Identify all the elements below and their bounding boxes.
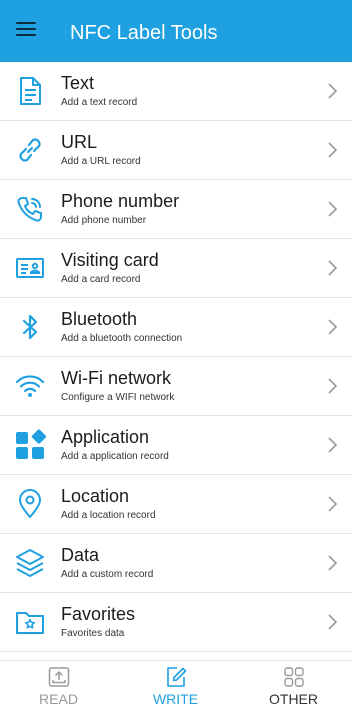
write-icon	[167, 667, 187, 687]
bottom-navigation: READ WRITE OTHER	[0, 660, 352, 710]
chevron-right-icon	[328, 614, 338, 630]
list-item-title: Visiting card	[61, 250, 159, 270]
chevron-right-icon	[328, 142, 338, 158]
list-item-bluetooth[interactable]: Bluetooth Add a bluetooth connection	[0, 298, 352, 357]
chevron-right-icon	[328, 260, 338, 276]
contact-card-icon	[16, 258, 44, 278]
list-item-favorites[interactable]: Favorites Favorites data	[0, 593, 352, 652]
list-item-title: Application	[61, 427, 150, 447]
list-item-title: Data	[61, 545, 100, 565]
tab-other[interactable]: OTHER	[235, 661, 352, 711]
list-item-title: Bluetooth	[61, 309, 138, 329]
tab-other-label: OTHER	[269, 691, 318, 707]
chevron-right-icon	[328, 378, 338, 394]
chevron-right-icon	[328, 437, 338, 453]
list-item-subtitle: Add a location record	[61, 510, 156, 521]
list-item-visiting-card[interactable]: Visiting card Add a card record	[0, 239, 352, 298]
document-icon	[20, 77, 41, 105]
chevron-right-icon	[328, 201, 338, 217]
chevron-right-icon	[328, 496, 338, 512]
list-item-title: Location	[61, 486, 130, 506]
list-item-subtitle: Configure a WIFI network	[61, 392, 175, 403]
list-item-subtitle: Add a card record	[61, 274, 141, 285]
list-item-subtitle: Favorites data	[61, 628, 125, 639]
app-grid-icon	[16, 429, 46, 459]
chevron-right-icon	[328, 83, 338, 99]
list-item-subtitle: Add a bluetooth connection	[61, 333, 183, 344]
list-item-subtitle: Add a application record	[61, 451, 169, 462]
other-grid-icon	[284, 667, 304, 687]
list-item-application[interactable]: Application Add a application record	[0, 416, 352, 475]
record-type-list: Text Add a text record URL Add a URL rec…	[0, 62, 352, 652]
list-item-subtitle: Add a URL record	[61, 156, 141, 167]
tab-read[interactable]: READ	[0, 661, 117, 711]
list-item-url[interactable]: URL Add a URL record	[0, 121, 352, 180]
list-item-title: Favorites	[61, 604, 136, 624]
layers-icon	[16, 549, 44, 577]
list-item-phone-number[interactable]: Phone number Add phone number	[0, 180, 352, 239]
app-bar: NFC Label Tools	[0, 0, 352, 62]
favorites-folder-icon	[16, 612, 44, 634]
chevron-right-icon	[328, 319, 338, 335]
list-item-title: URL	[61, 132, 98, 152]
list-item-title: Wi-Fi network	[61, 368, 172, 388]
menu-icon[interactable]	[16, 20, 38, 38]
wifi-icon	[15, 375, 45, 397]
list-item-location[interactable]: Location Add a location record	[0, 475, 352, 534]
phone-icon	[17, 197, 42, 222]
list-item-subtitle: Add a custom record	[61, 569, 154, 580]
list-item-text[interactable]: Text Add a text record	[0, 62, 352, 121]
chevron-right-icon	[328, 555, 338, 571]
app-title: NFC Label Tools	[70, 22, 218, 44]
list-item-subtitle: Add phone number	[61, 215, 147, 226]
link-icon	[19, 138, 41, 162]
list-item-subtitle: Add a text record	[61, 97, 138, 108]
location-pin-icon	[19, 489, 41, 518]
list-item-title: Text	[61, 73, 95, 93]
bluetooth-icon	[22, 314, 38, 340]
read-icon	[48, 667, 70, 687]
tab-write-label: WRITE	[152, 691, 199, 707]
tab-write[interactable]: WRITE	[117, 661, 234, 711]
tab-read-label: READ	[39, 691, 78, 707]
list-item-wifi-network[interactable]: Wi-Fi network Configure a WIFI network	[0, 357, 352, 416]
list-item-title: Phone number	[61, 191, 180, 211]
list-item-data[interactable]: Data Add a custom record	[0, 534, 352, 593]
